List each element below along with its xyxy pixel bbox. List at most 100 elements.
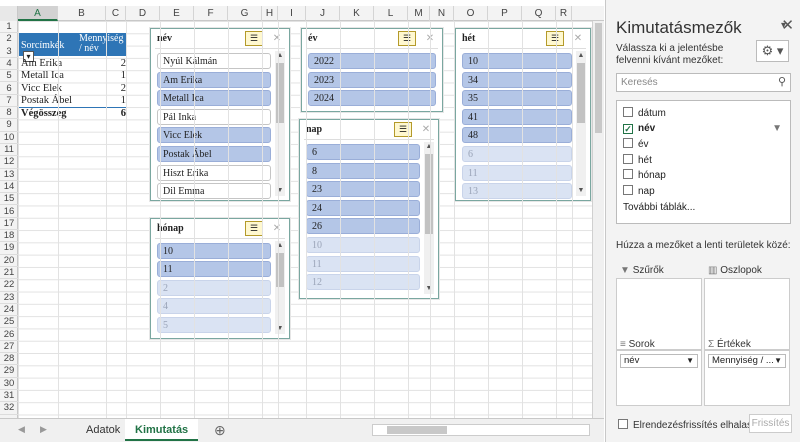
- pivot-header-value[interactable]: Mennyiség / név: [77, 33, 127, 56]
- field-checkbox[interactable]: [623, 153, 633, 164]
- row-header[interactable]: 8: [0, 107, 18, 120]
- row-header[interactable]: 29: [0, 365, 18, 378]
- update-button[interactable]: Frissítés: [749, 414, 792, 433]
- row-header[interactable]: 15: [0, 193, 18, 206]
- slicer-item[interactable]: 2023: [308, 71, 436, 88]
- field-checkbox[interactable]: ✓: [623, 123, 633, 134]
- row-header[interactable]: 5: [0, 70, 18, 83]
- pivot-row-value[interactable]: 2: [100, 58, 126, 70]
- slicer-item[interactable]: Hiszt Erika: [157, 164, 271, 181]
- slicer-item[interactable]: Pál Inka: [157, 108, 271, 125]
- row-header[interactable]: 20: [0, 255, 18, 267]
- multi-select-icon[interactable]: ☰: [398, 31, 416, 46]
- slicer-scrollbar[interactable]: ▲ ▼: [424, 142, 434, 294]
- slicer-item[interactable]: 10: [306, 237, 420, 253]
- values-field-count[interactable]: Mennyiség / ... ▼: [708, 354, 786, 368]
- row-header[interactable]: 7: [0, 95, 18, 108]
- multi-select-icon[interactable]: ☰: [546, 31, 564, 46]
- field-checkbox[interactable]: [623, 138, 633, 148]
- chevron-down-icon[interactable]: ▼: [686, 355, 694, 367]
- row-header[interactable]: 26: [0, 329, 18, 341]
- column-header[interactable]: I: [278, 6, 306, 21]
- column-header[interactable]: B: [58, 6, 106, 21]
- row-header[interactable]: 12: [0, 156, 18, 169]
- horizontal-scrollbar-thumb[interactable]: [387, 426, 447, 434]
- select-all-corner[interactable]: [0, 6, 18, 21]
- row-header[interactable]: 27: [0, 341, 18, 354]
- column-header[interactable]: C: [106, 6, 126, 21]
- row-header[interactable]: 28: [0, 353, 18, 366]
- field-checkbox[interactable]: [623, 184, 633, 195]
- defer-checkbox-box[interactable]: [618, 419, 628, 429]
- column-header[interactable]: E: [160, 6, 194, 21]
- row-header[interactable]: 22: [0, 279, 18, 292]
- row-header[interactable]: 32: [0, 402, 18, 415]
- field-item[interactable]: dátum: [623, 107, 666, 120]
- pivot-row-value[interactable]: 2: [100, 83, 126, 95]
- scroll-left-icon[interactable]: ◀: [18, 424, 25, 435]
- slicer-nev[interactable]: név ☰ ✕ Nyúl Kálmán Am Erika Metall Ica Pál In…: [150, 28, 290, 201]
- scroll-up-icon[interactable]: ▲: [576, 51, 586, 61]
- slicer-item[interactable]: 5: [157, 316, 271, 333]
- chevron-down-icon[interactable]: ▼: [774, 355, 782, 367]
- slicer-item[interactable]: 10: [157, 243, 271, 259]
- add-sheet-icon[interactable]: ⊕: [204, 419, 236, 441]
- slicer-item[interactable]: 12: [306, 274, 420, 291]
- column-header[interactable]: A: [18, 6, 58, 21]
- slicer-scrollbar[interactable]: ▲ ▼: [275, 51, 285, 196]
- tab-adatok[interactable]: Adatok: [76, 419, 130, 441]
- slicer-item[interactable]: 11: [157, 261, 271, 278]
- slicer-item[interactable]: 23: [306, 181, 420, 198]
- slicer-scrollbar-thumb[interactable]: [577, 63, 585, 123]
- field-checkbox[interactable]: [623, 169, 633, 179]
- column-header[interactable]: L: [374, 6, 408, 21]
- slicer-item[interactable]: Dil Emma: [157, 183, 271, 200]
- slicer-item[interactable]: 6: [306, 144, 420, 160]
- slicer-item[interactable]: 2: [157, 279, 271, 296]
- row-header[interactable]: 21: [0, 267, 18, 280]
- field-item[interactable]: hét: [623, 153, 652, 167]
- column-header[interactable]: N: [430, 6, 454, 21]
- slicer-item[interactable]: 4: [157, 298, 271, 315]
- rows-field-nev[interactable]: név ▼: [620, 354, 698, 368]
- slicer-item[interactable]: 26: [306, 218, 420, 235]
- row-header[interactable]: 4: [0, 58, 18, 71]
- slicer-item[interactable]: 24: [306, 199, 420, 216]
- slicer-honap[interactable]: hónap ☰ ✕ 10 11 2 4 5 ▲ ▼: [150, 218, 290, 339]
- more-tables-link[interactable]: További táblák...: [623, 202, 695, 214]
- slicer-item[interactable]: 11: [306, 255, 420, 272]
- rows-drop-zone[interactable]: név ▼: [616, 350, 702, 406]
- column-header[interactable]: R: [556, 6, 572, 21]
- slicer-het[interactable]: hét ☰ ✕ 10 34 35 41 48 6 11 13 ▲ ▼: [455, 28, 591, 201]
- slicer-item[interactable]: Vicc Elek: [157, 127, 271, 144]
- pivot-row-value[interactable]: 1: [100, 70, 126, 82]
- field-filter-icon[interactable]: ▼: [772, 123, 782, 134]
- field-item[interactable]: év: [623, 138, 649, 151]
- clear-filter-icon[interactable]: ✕: [269, 31, 285, 46]
- close-icon[interactable]: ✕: [781, 16, 794, 34]
- slicer-item[interactable]: Nyúl Kálmán: [157, 53, 271, 69]
- slicer-nap[interactable]: nap ☰ ✕ 6 8 23 24 26 10 11 12 ▲ ▼: [299, 119, 439, 299]
- scroll-down-icon[interactable]: ▼: [275, 186, 285, 196]
- column-header[interactable]: M: [408, 6, 430, 21]
- clear-filter-icon[interactable]: ✕: [418, 122, 434, 137]
- column-header[interactable]: F: [194, 6, 228, 21]
- column-header[interactable]: J: [306, 6, 340, 21]
- column-header[interactable]: H: [262, 6, 278, 21]
- multi-select-icon[interactable]: ☰: [245, 221, 263, 236]
- row-header[interactable]: 30: [0, 378, 18, 390]
- gear-icon[interactable]: ⚙ ▾: [756, 40, 789, 62]
- slicer-scrollbar[interactable]: ▲ ▼: [576, 51, 586, 196]
- values-drop-zone[interactable]: Mennyiség / ... ▼: [704, 350, 790, 406]
- column-header[interactable]: P: [488, 6, 522, 21]
- pivot-row-label[interactable]: Vicc Elek: [21, 83, 62, 95]
- slicer-item[interactable]: 2024: [308, 90, 436, 107]
- row-header[interactable]: 10: [0, 132, 18, 144]
- field-item[interactable]: hónap: [623, 169, 666, 182]
- column-header[interactable]: G: [228, 6, 262, 21]
- pivot-row-label[interactable]: Postak Ábel: [21, 95, 72, 107]
- scrollbar-thumb[interactable]: [595, 23, 602, 133]
- scroll-down-icon[interactable]: ▼: [275, 324, 285, 334]
- field-item[interactable]: ✓ név: [623, 123, 655, 135]
- field-search-input[interactable]: Keresés ⚲: [616, 73, 791, 92]
